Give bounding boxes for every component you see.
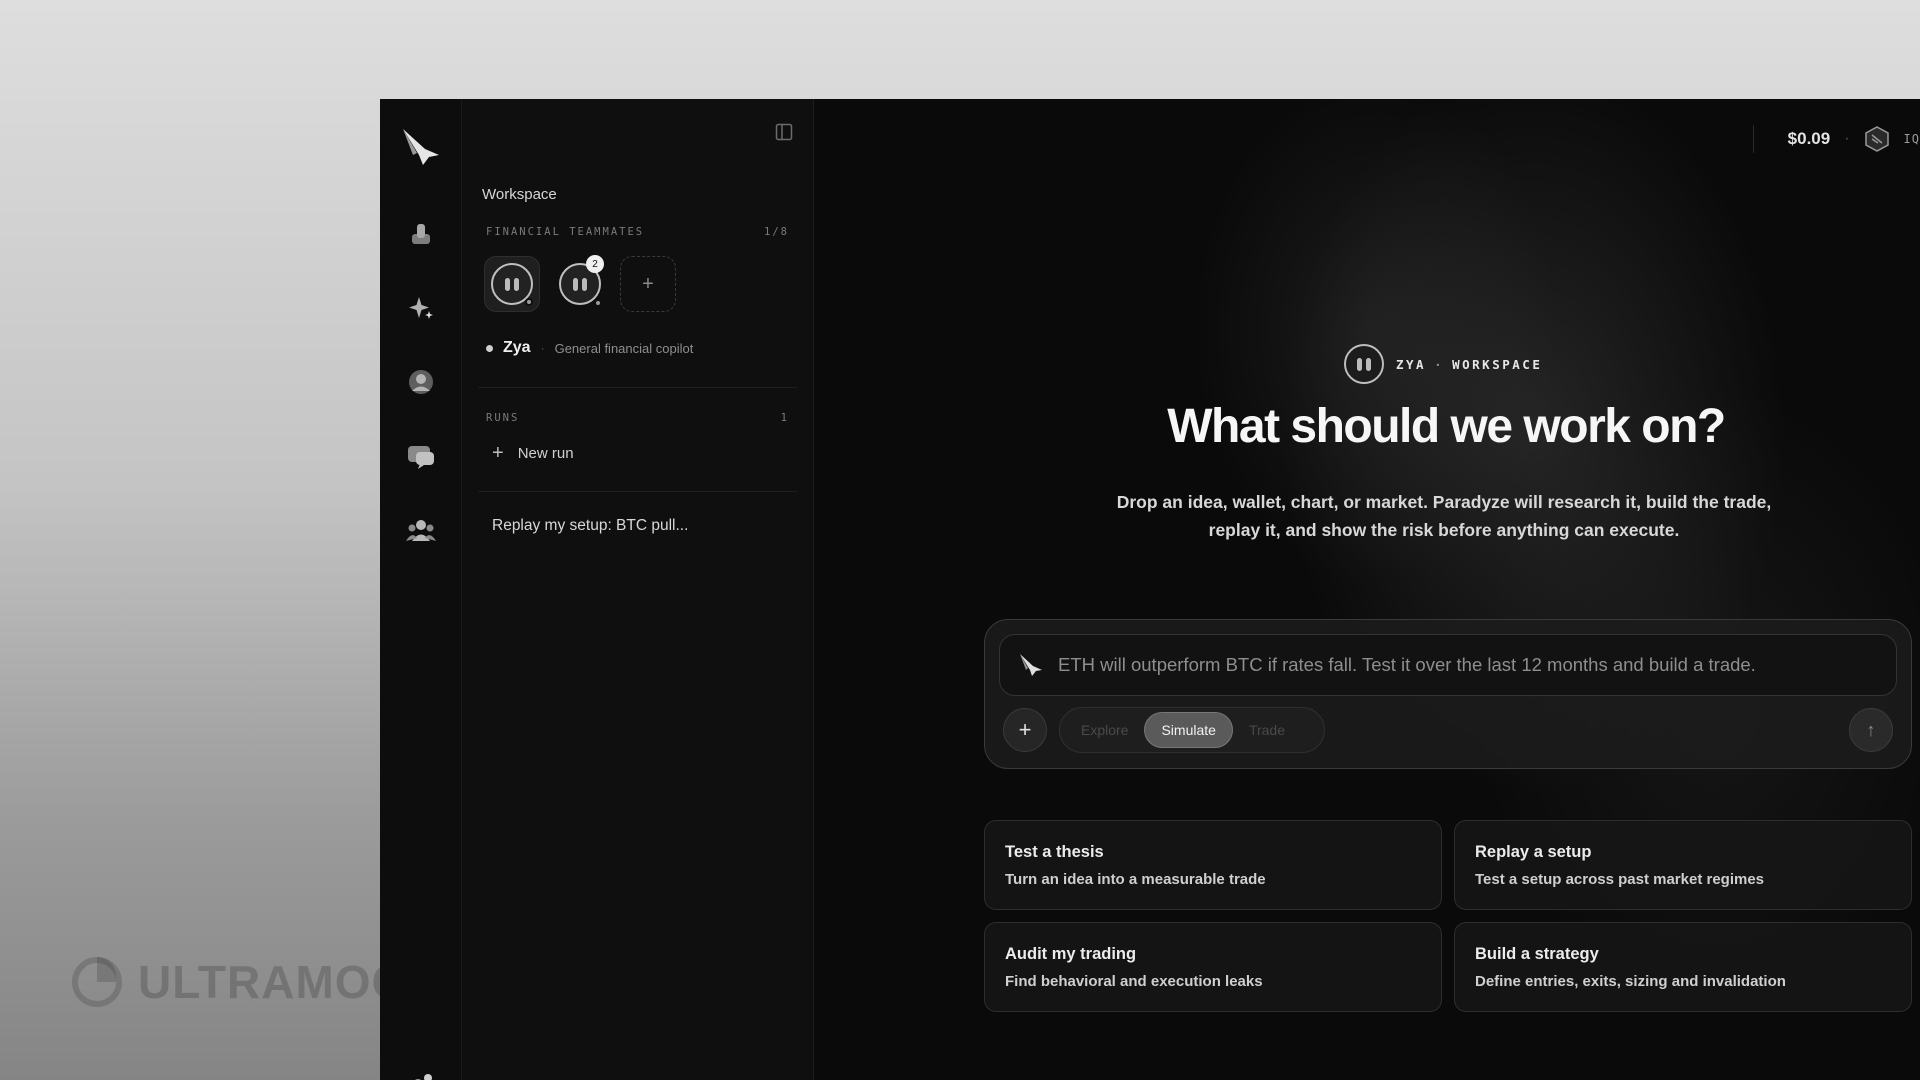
active-teammate: Zya · General financial copilot xyxy=(486,339,693,357)
stack-icon[interactable] xyxy=(406,219,436,249)
settings-icon[interactable] xyxy=(410,1072,436,1080)
teammates-count: 1/8 xyxy=(764,226,789,238)
separator: · xyxy=(1844,130,1850,147)
agent-name: ZYA xyxy=(1396,356,1427,372)
runs-label: RUNS xyxy=(486,412,520,424)
separator: · xyxy=(540,341,545,355)
active-status-dot xyxy=(486,344,493,352)
card-description: Test a setup across past market regimes xyxy=(1475,871,1765,888)
workspace-title: Workspace xyxy=(482,186,557,203)
team-icon[interactable] xyxy=(405,515,436,545)
agent-tag: ZYA · WORKSPACE xyxy=(1344,344,1542,384)
teammates-label: FINANCIAL TEAMMATES xyxy=(486,226,645,238)
suggestion-card-build-strategy[interactable]: Build a strategy Define entries, exits, … xyxy=(1454,922,1912,1012)
mode-explore[interactable]: Explore xyxy=(1065,713,1144,747)
teammate-2[interactable]: 2 xyxy=(552,255,608,312)
suggestion-card-test-thesis[interactable]: Test a thesis Turn an idea into a measur… xyxy=(984,820,1442,910)
suggestion-cards: Test a thesis Turn an idea into a measur… xyxy=(984,820,1912,1012)
teammates-header: FINANCIAL TEAMMATES 1/8 xyxy=(486,226,789,238)
status-dot xyxy=(594,299,602,307)
suggestion-card-replay-setup[interactable]: Replay a setup Test a setup across past … xyxy=(1454,820,1912,910)
active-teammate-role: General financial copilot xyxy=(554,340,694,356)
iq-label: IQ xyxy=(1903,132,1920,146)
new-run-button[interactable]: + New run xyxy=(492,443,574,463)
icon-rail xyxy=(380,99,462,1080)
new-run-label: New run xyxy=(517,444,574,462)
teammate-zya[interactable] xyxy=(484,256,540,312)
card-title: Build a strategy xyxy=(1475,945,1599,963)
app-window: Workspace FINANCIAL TEAMMATES 1/8 2 + Zy… xyxy=(380,99,1920,1080)
user-icon[interactable] xyxy=(406,367,436,397)
mode-selector: Explore Simulate Trade xyxy=(1059,707,1325,753)
add-teammate-button[interactable]: + xyxy=(620,256,676,312)
card-title: Audit my trading xyxy=(1005,945,1137,963)
divider xyxy=(478,387,797,388)
plus-icon: + xyxy=(492,442,504,464)
card-title: Replay a setup xyxy=(1475,843,1592,861)
agent-context: WORKSPACE xyxy=(1452,356,1543,372)
card-description: Turn an idea into a measurable trade xyxy=(1005,871,1266,888)
status-dot xyxy=(525,298,533,306)
divider xyxy=(478,491,797,492)
mode-simulate[interactable]: Simulate xyxy=(1144,712,1233,748)
run-item[interactable]: Replay my setup: BTC pull... xyxy=(492,517,688,535)
main-panel: $0.09 · IQ ZYA · WORKSPACE What should we … xyxy=(814,99,1920,1080)
card-description: Define entries, exits, sizing and invali… xyxy=(1475,973,1786,990)
bird-logo-icon xyxy=(1020,654,1042,676)
page-subtitle: Drop an idea, wallet, chart, or market. … xyxy=(1116,492,1772,540)
send-button[interactable]: ↑ xyxy=(1849,708,1893,752)
chat-icon[interactable] xyxy=(406,441,436,471)
suggestion-card-audit-trading[interactable]: Audit my trading Find behavioral and exe… xyxy=(984,922,1442,1012)
agent-label: ZYA · WORKSPACE xyxy=(1396,357,1542,372)
card-description: Find behavioral and execution leaks xyxy=(1005,973,1263,990)
balance-value: $0.09 xyxy=(1787,129,1831,148)
top-bar: $0.09 · IQ xyxy=(1752,123,1920,155)
page-title: What should we work on? xyxy=(1167,400,1726,453)
card-title: Test a thesis xyxy=(1005,843,1104,861)
bird-logo-icon[interactable] xyxy=(399,125,443,169)
iq-badge-icon[interactable] xyxy=(1864,126,1890,152)
active-teammate-name: Zya xyxy=(503,339,531,356)
runs-count: 1 xyxy=(780,412,789,424)
runs-header: RUNS 1 xyxy=(486,412,789,424)
attach-button[interactable]: + xyxy=(1003,708,1047,752)
prompt-input[interactable] xyxy=(1058,654,1896,676)
watermark-logo-icon xyxy=(72,957,122,1007)
workspace-sidebar: Workspace FINANCIAL TEAMMATES 1/8 2 + Zy… xyxy=(462,99,814,1080)
teammates-list: 2 + xyxy=(484,255,676,312)
mode-trade[interactable]: Trade xyxy=(1233,713,1301,747)
collapse-sidebar-icon[interactable] xyxy=(775,123,793,141)
prompt-input-box xyxy=(999,634,1897,696)
prompt-composer: + Explore Simulate Trade ↑ xyxy=(984,619,1912,769)
agent-avatar xyxy=(1344,344,1384,384)
divider xyxy=(1752,125,1754,153)
sparkle-icon[interactable] xyxy=(406,293,436,323)
notification-badge: 2 xyxy=(586,255,604,273)
separator: · xyxy=(1434,356,1445,372)
